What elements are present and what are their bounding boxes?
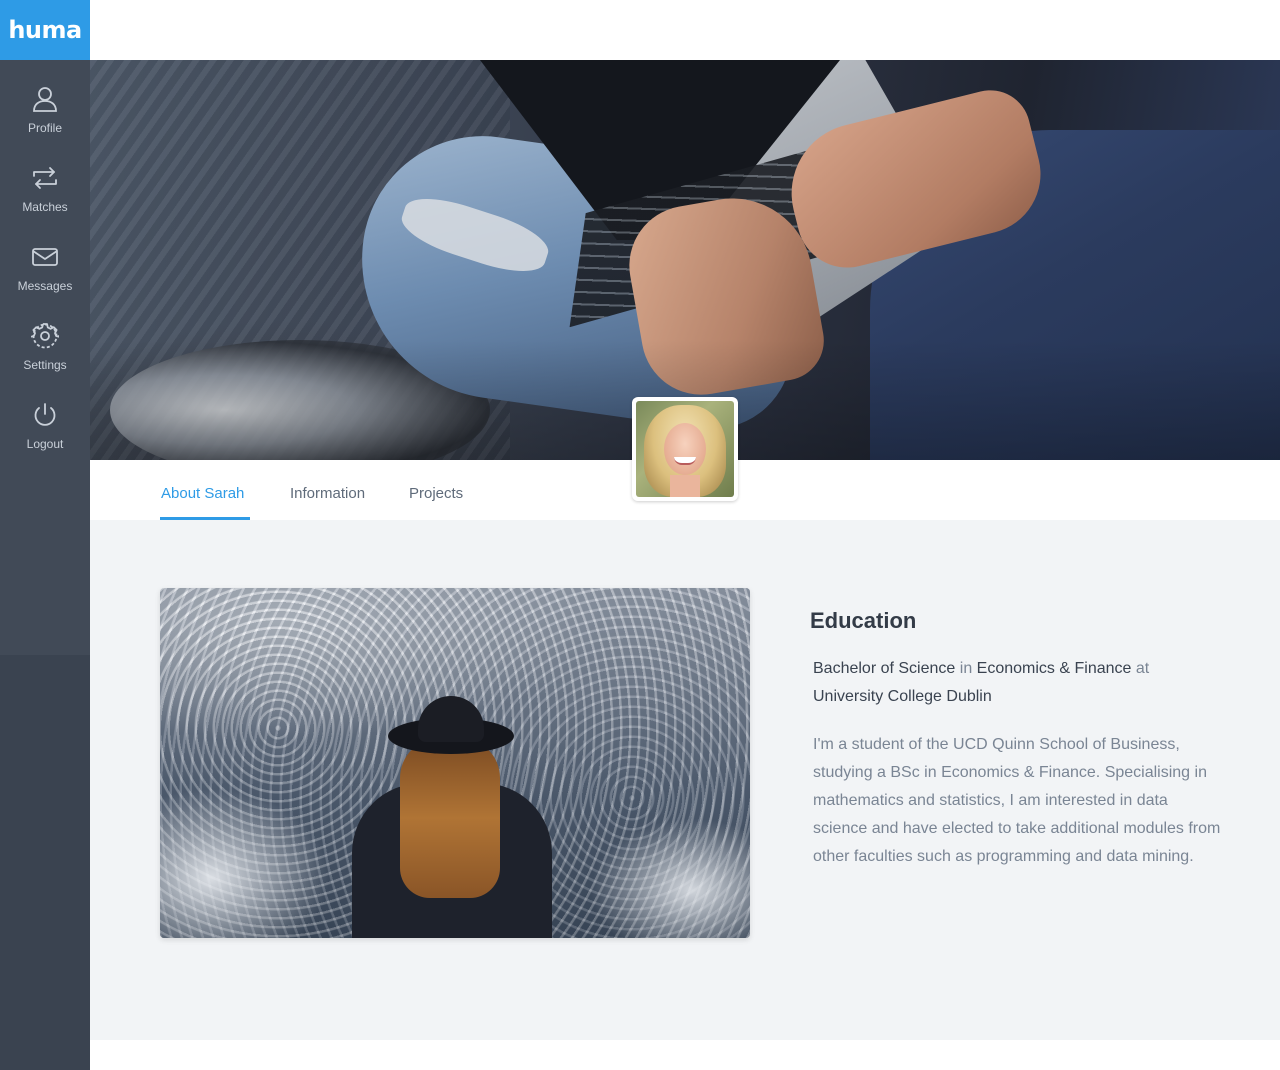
sidebar-item-settings[interactable]: Settings xyxy=(0,312,90,391)
gear-icon xyxy=(30,321,60,351)
sidebar-nav: Profile Matches Messages Settings Logout xyxy=(0,75,90,470)
sidebar-item-logout[interactable]: Logout xyxy=(0,391,90,470)
sidebar-item-label: Matches xyxy=(22,200,68,214)
feature-photo xyxy=(160,588,750,938)
sidebar-item-label: Settings xyxy=(23,358,67,372)
bio-text: I'm a student of the UCD Quinn School of… xyxy=(813,736,1221,865)
degree-summary: Bachelor of Science in Economics & Finan… xyxy=(813,655,1193,711)
sidebar-item-matches[interactable]: Matches xyxy=(0,154,90,233)
tab-information[interactable]: Information xyxy=(290,460,365,520)
envelope-icon xyxy=(30,242,60,272)
avatar[interactable] xyxy=(632,397,738,501)
sidebar-item-label: Logout xyxy=(26,437,64,451)
sidebar-item-messages[interactable]: Messages xyxy=(0,233,90,312)
degree-name: Bachelor of Science xyxy=(813,660,956,677)
footer xyxy=(90,1040,1280,1070)
degree-school: University College Dublin xyxy=(813,688,992,705)
power-icon xyxy=(30,400,60,430)
avatar-photo xyxy=(636,401,734,497)
tab-about[interactable]: About Sarah xyxy=(161,460,244,520)
top-bar xyxy=(90,0,1280,60)
sidebar-item-label: Profile xyxy=(27,121,62,135)
degree-connector-at: at xyxy=(1135,660,1150,677)
sidebar-item-profile[interactable]: Profile xyxy=(0,75,90,154)
repeat-icon xyxy=(30,163,60,193)
education-heading: Education xyxy=(810,608,917,633)
degree-field: Economics & Finance xyxy=(976,660,1132,677)
app-logo[interactable]: huma xyxy=(0,0,90,60)
degree-connector-in: in xyxy=(959,660,973,677)
sidebar-item-label: Messages xyxy=(17,279,73,293)
user-icon xyxy=(30,84,60,114)
sidebar: huma Profile Matches Messages Settings L… xyxy=(0,0,90,1070)
tab-projects[interactable]: Projects xyxy=(409,460,463,520)
